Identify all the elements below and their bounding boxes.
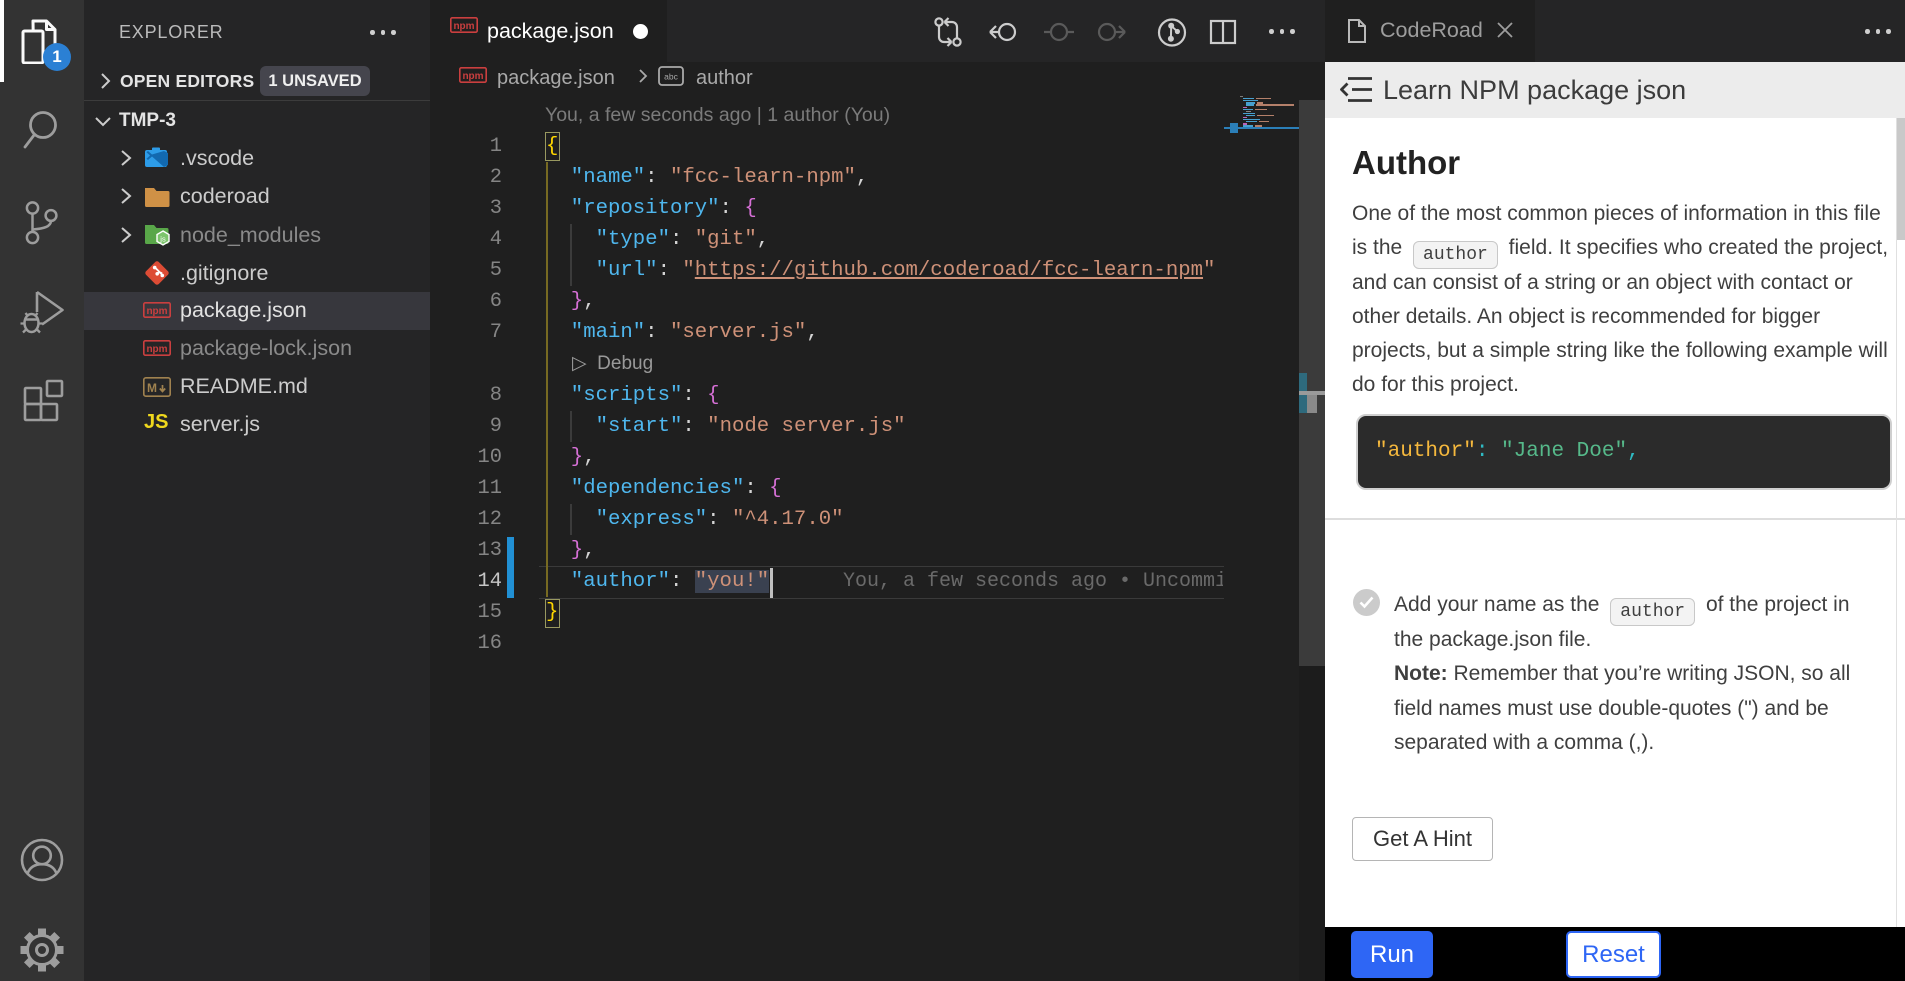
svg-text:abc: abc — [664, 72, 678, 82]
svg-text:js: js — [159, 235, 166, 244]
svg-text:npm: npm — [462, 71, 483, 82]
svg-text:npm: npm — [146, 344, 167, 355]
svg-text:M: M — [147, 381, 157, 395]
svg-text:npm: npm — [146, 306, 167, 317]
svg-text:npm: npm — [453, 21, 474, 32]
